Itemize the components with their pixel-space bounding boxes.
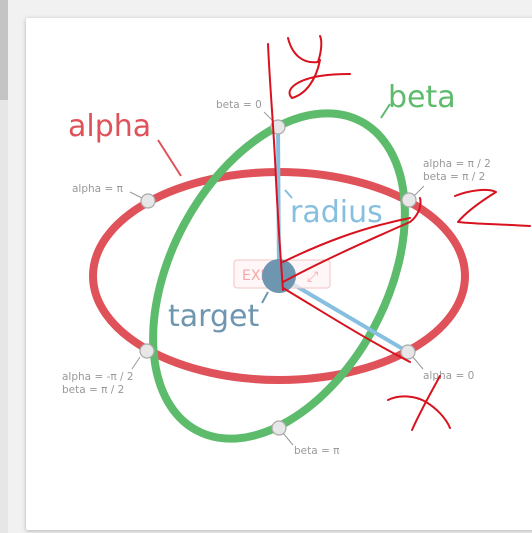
radius-line-up (276, 126, 281, 277)
alpha-0-label: alpha = 0 (423, 370, 474, 382)
hand-x-letter (387, 375, 451, 431)
beta-0-label: beta = 0 (216, 99, 262, 111)
handle-alpha-pi[interactable] (140, 193, 156, 209)
beta-pi-leader (282, 432, 294, 446)
alpha-label: alpha (68, 109, 151, 144)
rotation-diagram: EXIT ⤢ alpha beta radius target beta = 0… (62, 35, 531, 457)
alpha-0-leader (412, 356, 424, 370)
alpha-neg-pi2-label: alpha = -π / 2 (62, 371, 134, 383)
hand-z-letter (454, 188, 531, 227)
beta-pi-label: beta = π (294, 445, 340, 457)
beta-pi2-b-label: beta = π / 2 (62, 384, 124, 396)
handle-alpha-pi2[interactable] (401, 192, 417, 208)
alpha-neg-pi2-leader (131, 356, 141, 370)
beta-label: beta (388, 80, 456, 115)
handle-alpha-neg-pi2[interactable] (139, 343, 155, 359)
handle-alpha-0[interactable] (400, 344, 416, 360)
alpha-leader (157, 139, 182, 177)
beta-pi2-label: beta = π / 2 (423, 171, 485, 183)
alpha-pi2-label: alpha = π / 2 (423, 158, 491, 170)
hand-y-letter (287, 35, 351, 99)
hand-y-axis-line (267, 43, 284, 291)
target-label: target (168, 299, 259, 334)
alpha-pi-label: alpha = π (72, 183, 124, 195)
expand-icon[interactable]: ⤢ (307, 269, 318, 285)
target-leader (261, 291, 269, 304)
target-point[interactable] (262, 259, 296, 293)
radius-label: radius (290, 195, 383, 230)
alpha-pi2-leader (413, 185, 425, 197)
alpha-pi-leader (129, 191, 143, 199)
handle-beta-pi[interactable] (271, 420, 287, 436)
